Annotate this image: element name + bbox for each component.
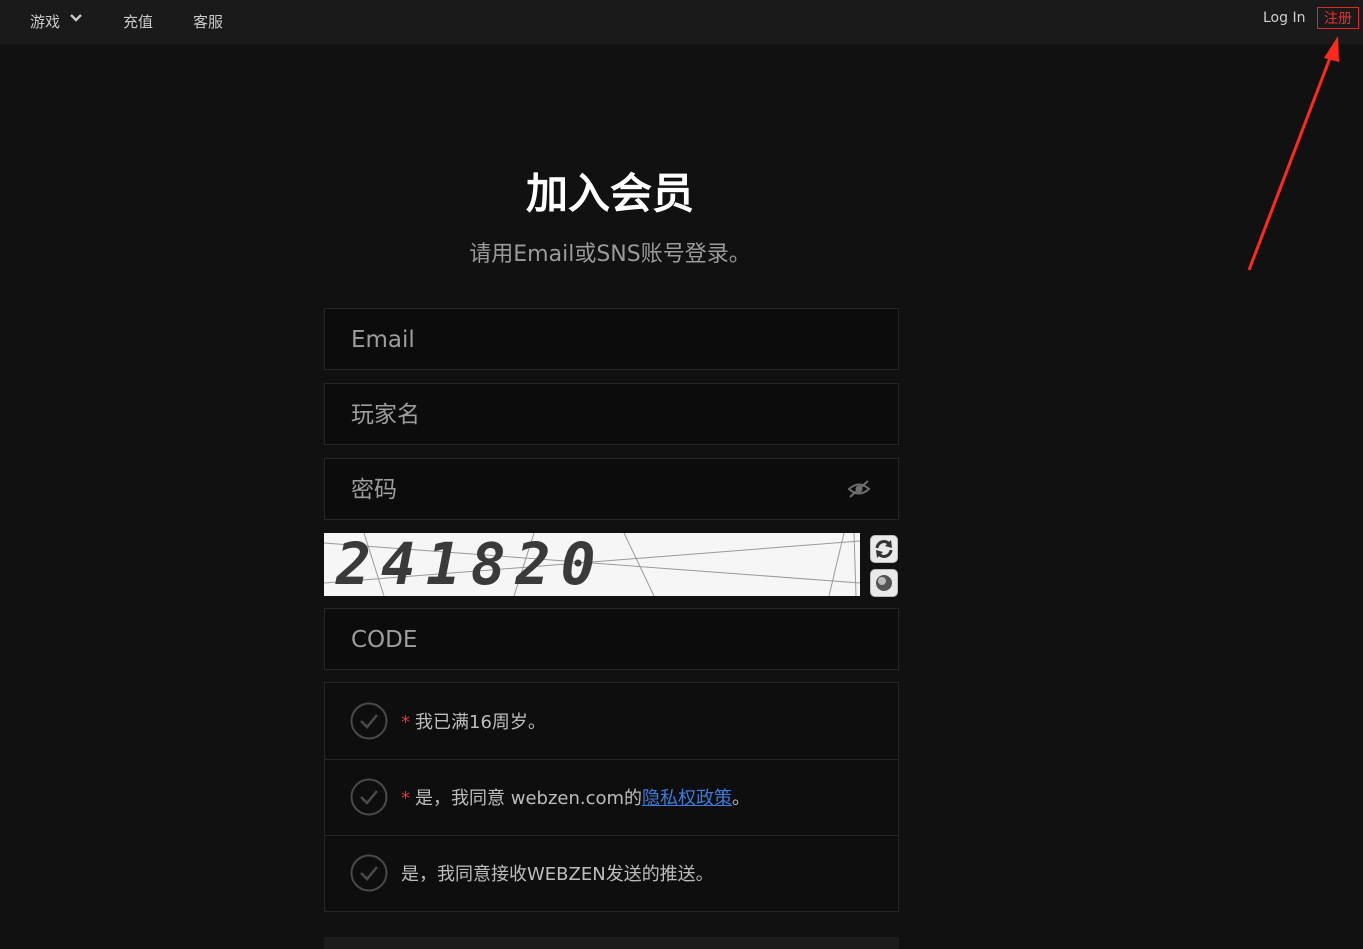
check-circle-icon <box>350 778 388 816</box>
check-circle-icon <box>350 702 388 740</box>
password-field-box <box>324 458 899 521</box>
agree-privacy-checkbox[interactable]: * 是，我同意 webzen.com的隐私权政策。 <box>325 759 898 836</box>
eye-slash-icon[interactable] <box>847 478 871 500</box>
nav-games-label: 游戏 <box>30 13 61 31</box>
player-name-field[interactable] <box>349 384 853 446</box>
required-mark: * <box>401 788 410 809</box>
captcha-image: 241820 <box>324 533 860 596</box>
code-field[interactable] <box>349 609 853 671</box>
audio-icon <box>876 575 892 591</box>
top-nav: 游戏 充值 客服 Log In 注册 <box>0 0 1363 45</box>
agree-privacy-label: * 是，我同意 webzen.com的隐私权政策。 <box>401 784 750 810</box>
captcha-refresh-button[interactable] <box>870 535 898 563</box>
nav-games-menu[interactable]: 游戏 <box>30 11 83 32</box>
agreements-panel: * 我已满16周岁。 * 是，我同意 webzen.com的隐私权政策。 是，我同意… <box>324 682 899 912</box>
login-link[interactable]: Log In <box>1263 10 1305 26</box>
annotation-arrow-icon <box>1247 36 1339 271</box>
required-mark: * <box>401 712 410 733</box>
check-circle-icon <box>350 854 388 892</box>
nav-recharge-link[interactable]: 充值 <box>123 11 153 32</box>
refresh-icon <box>875 540 893 558</box>
captcha-audio-button[interactable] <box>870 569 898 597</box>
agree-push-text: 是，我同意接收WEBZEN发送的推送。 <box>401 864 714 885</box>
email-field[interactable] <box>349 309 853 371</box>
agree-age-text: 我已满16周岁。 <box>415 712 546 733</box>
password-field[interactable] <box>349 459 853 521</box>
agree-privacy-suffix: 。 <box>732 788 751 809</box>
chevron-down-icon <box>69 14 82 22</box>
code-field-box <box>324 608 899 671</box>
privacy-policy-link[interactable]: 隐私权政策 <box>642 788 732 809</box>
page-title: 加入会员 <box>525 169 694 218</box>
agree-push-checkbox[interactable]: 是，我同意接收WEBZEN发送的推送。 <box>325 835 898 911</box>
agree-age-label: * 我已满16周岁。 <box>401 708 546 734</box>
email-field-box <box>324 308 899 371</box>
agree-age-checkbox[interactable]: * 我已满16周岁。 <box>325 683 898 760</box>
captcha-text: 241820 <box>336 533 606 596</box>
page-subtitle: 请用Email或SNS账号登录。 <box>469 242 751 267</box>
nav-support-link[interactable]: 客服 <box>193 11 223 32</box>
agree-push-label: 是，我同意接收WEBZEN发送的推送。 <box>401 860 714 886</box>
agree-privacy-text: 是，我同意 webzen.com的 <box>415 788 643 809</box>
player-name-field-box <box>324 383 899 446</box>
submit-button[interactable] <box>324 937 899 949</box>
register-button[interactable]: 注册 <box>1317 7 1359 29</box>
